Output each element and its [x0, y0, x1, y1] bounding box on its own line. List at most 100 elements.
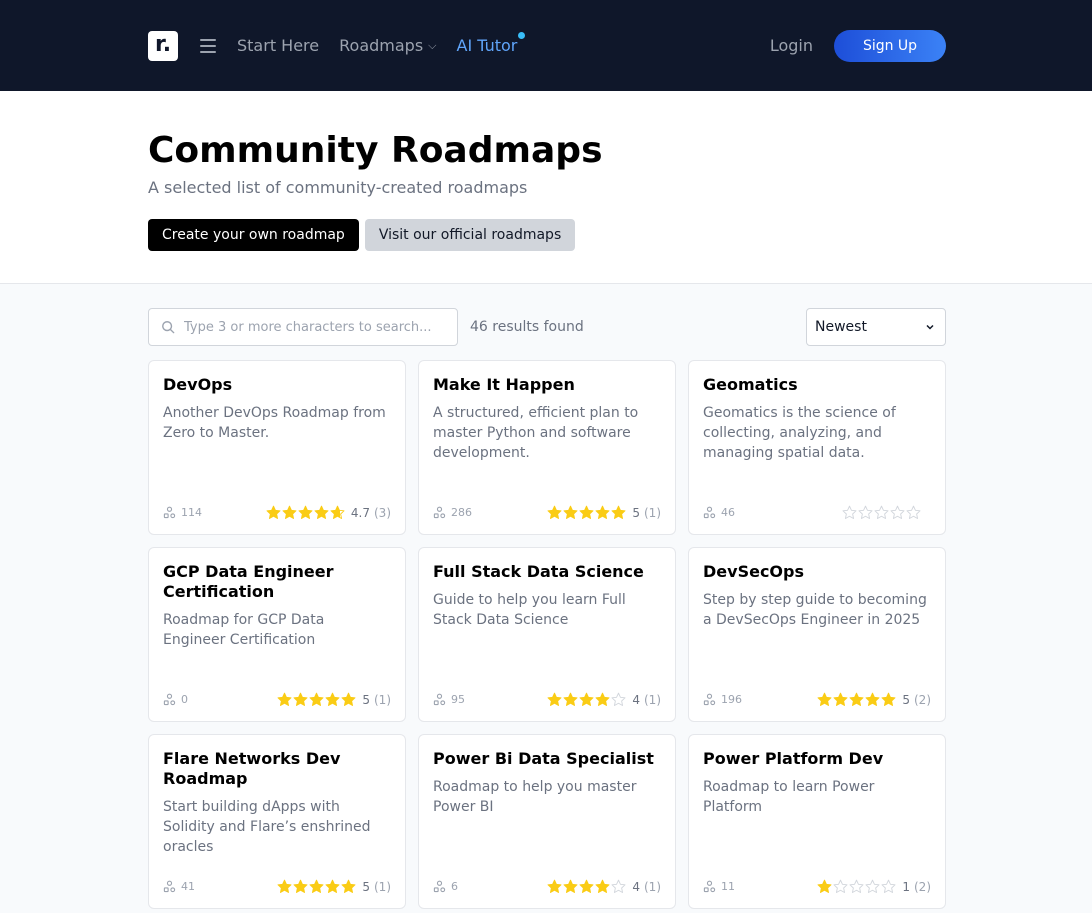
results-count: 46 results found — [470, 319, 584, 335]
star-icon — [817, 879, 832, 893]
roadmap-card[interactable]: DevOps Another DevOps Roadmap from Zero t… — [148, 360, 406, 535]
card-title: GCP Data Engineer Certification — [163, 562, 334, 601]
star-rating — [546, 692, 626, 707]
rating-value: 5 — [362, 692, 370, 707]
roadmap-nodes-icon — [163, 506, 176, 519]
roadmap-nodes-icon — [433, 880, 446, 893]
search-input[interactable] — [184, 319, 444, 335]
roadmap-card[interactable]: Power Platform Dev Roadmap to learn Power… — [688, 734, 946, 909]
card-description: Step by step guide to becoming a DevSecO… — [703, 592, 927, 628]
roadmap-card[interactable]: Make It Happen A structured, efficient pl… — [418, 360, 676, 535]
star-icon — [266, 505, 281, 519]
star-icon — [579, 692, 594, 706]
card-footer: 46 — [703, 505, 931, 520]
star-rating — [546, 879, 626, 894]
star-icon — [298, 505, 313, 519]
card-title: Full Stack Data Science — [433, 562, 644, 581]
star-icon — [874, 505, 889, 519]
star-rating — [276, 692, 356, 707]
roadmap-nodes-icon — [703, 880, 716, 893]
card-count-value: 6 — [451, 880, 458, 893]
menu-icon[interactable] — [200, 38, 216, 53]
nav-ai-tutor[interactable]: AI Tutor — [457, 32, 526, 55]
sort-select[interactable]: Newest — [806, 308, 946, 346]
star-rating — [841, 505, 921, 520]
card-node-count: 41 — [163, 880, 195, 893]
roadmap-card[interactable]: DevSecOps Step by step guide to becoming … — [688, 547, 946, 722]
card-footer: 95 4 (1) — [433, 692, 661, 707]
rating-count: (2) — [914, 879, 931, 894]
card-footer: 0 5 (1) — [163, 692, 391, 707]
card-rating: 5 (1) — [276, 879, 391, 894]
card-title: Make It Happen — [433, 375, 575, 394]
rating-count: (1) — [644, 879, 661, 894]
rating-value: 5 — [902, 692, 910, 707]
card-footer: 196 5 (2) — [703, 692, 931, 707]
roadmap-card[interactable]: Full Stack Data Science Guide to help you… — [418, 547, 676, 722]
nav-roadmaps-dropdown[interactable]: Roadmaps ⌵ — [339, 36, 436, 55]
star-rating — [816, 879, 896, 894]
star-icon — [611, 692, 626, 706]
card-rating: 5 (2) — [816, 692, 931, 707]
roadmap-card[interactable]: GCP Data Engineer Certification Roadmap f… — [148, 547, 406, 722]
roadmap-card[interactable]: Geomatics Geomatics is the science of col… — [688, 360, 946, 535]
login-link[interactable]: Login — [770, 36, 813, 55]
card-count-value: 286 — [451, 506, 472, 519]
card-description: Geomatics is the science of collecting, … — [703, 405, 896, 461]
card-node-count: 46 — [703, 506, 735, 519]
hero-section: Community Roadmaps A selected list of co… — [0, 91, 1092, 284]
rating-count: (1) — [644, 692, 661, 707]
card-title: DevOps — [163, 375, 233, 394]
create-roadmap-button[interactable]: Create your own roadmap — [148, 219, 359, 251]
star-icon — [563, 505, 578, 519]
star-icon — [865, 692, 880, 706]
card-node-count: 286 — [433, 506, 472, 519]
star-icon — [595, 505, 610, 519]
rating-value: 4 — [632, 879, 640, 894]
card-description: Roadmap to learn Power Platform — [703, 779, 875, 815]
star-icon — [849, 879, 864, 893]
roadmap-nodes-icon — [433, 506, 446, 519]
roadmap-logo[interactable]: r. — [148, 30, 178, 61]
hero-buttons: Create your own roadmap Visit our offici… — [148, 219, 1092, 251]
rating-count: (3) — [374, 505, 391, 520]
star-icon — [890, 505, 905, 519]
signup-button[interactable]: Sign Up — [834, 29, 946, 62]
star-icon — [309, 692, 324, 706]
roadmap-card[interactable]: Power Bi Data Specialist Roadmap to help … — [418, 734, 676, 909]
rating-count: (1) — [374, 879, 391, 894]
roadmap-nodes-icon — [163, 880, 176, 893]
card-title: Power Bi Data Specialist — [433, 749, 654, 768]
star-icon — [547, 692, 562, 706]
card-description: Guide to help you learn Full Stack Data … — [433, 592, 626, 628]
roadmap-card[interactable]: Flare Networks Dev Roadmap Start building… — [148, 734, 406, 909]
card-count-value: 196 — [721, 693, 742, 706]
card-node-count: 11 — [703, 880, 735, 893]
star-icon — [906, 505, 921, 519]
star-icon — [881, 879, 896, 893]
card-node-count: 196 — [703, 693, 742, 706]
chevron-down-icon: ⌵ — [428, 38, 437, 52]
official-roadmaps-button[interactable]: Visit our official roadmaps — [364, 219, 576, 251]
star-icon — [611, 505, 626, 519]
star-rating — [276, 879, 356, 894]
card-title: DevSecOps — [703, 562, 804, 581]
card-rating: 5 (1) — [546, 505, 661, 520]
rating-value: 4 — [632, 692, 640, 707]
nav-roadmaps-label: Roadmaps — [339, 36, 424, 55]
star-icon — [330, 505, 345, 519]
card-footer: 6 4 (1) — [433, 879, 661, 894]
search-box[interactable] — [148, 308, 458, 346]
card-count-value: 114 — [181, 506, 202, 519]
card-title: Geomatics — [703, 375, 798, 394]
card-rating — [841, 505, 931, 520]
star-icon — [833, 692, 848, 706]
card-description: Roadmap to help you master Power BI — [433, 779, 637, 815]
card-footer: 11 1 (2) — [703, 879, 931, 894]
star-icon — [293, 879, 308, 893]
nav-start-here[interactable]: Start Here — [237, 36, 319, 55]
card-node-count: 0 — [163, 693, 188, 706]
card-node-count: 6 — [433, 880, 458, 893]
star-icon — [817, 692, 832, 706]
star-icon — [842, 505, 857, 519]
